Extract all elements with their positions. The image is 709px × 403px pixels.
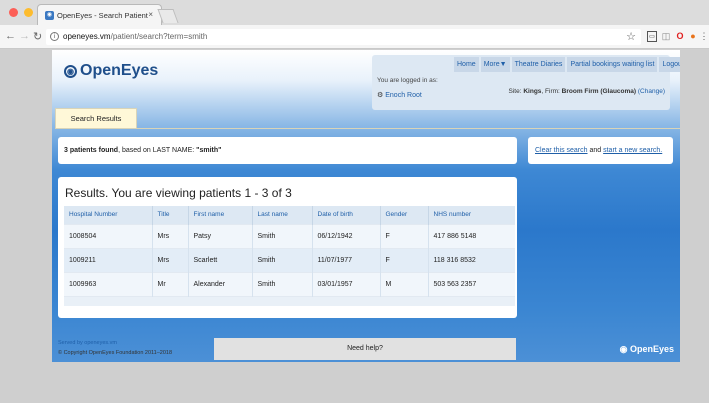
table-row[interactable]: 1009963 Mr Alexander Smith 03/01/1957 M … bbox=[64, 271, 515, 296]
table-header-row: Hospital Number Title First name Last na… bbox=[64, 206, 515, 224]
nav-home[interactable]: Home bbox=[454, 57, 479, 72]
tab-close-icon[interactable]: × bbox=[148, 10, 153, 19]
cell-last-name: Smith bbox=[252, 247, 313, 272]
reload-icon[interactable]: ↻ bbox=[33, 30, 42, 43]
openeyes-logo-icon: ◉ bbox=[64, 65, 77, 78]
gear-icon: ⚙ bbox=[377, 92, 384, 99]
column-first-name[interactable]: First name bbox=[188, 206, 253, 224]
footer-logo: ◉ OpenEyes bbox=[619, 344, 674, 354]
user-panel: Home More▼ Theatre Diaries Partial bookings… bbox=[372, 55, 680, 110]
search-summary-panel: 3 patients found, based on LAST NAME: "s… bbox=[58, 137, 517, 164]
nav-more[interactable]: More▼ bbox=[480, 57, 510, 72]
new-search-link[interactable]: start a new search. bbox=[603, 147, 662, 154]
result-count: 3 patients found bbox=[64, 147, 119, 154]
cell-gender: M bbox=[380, 271, 429, 296]
clear-search-link[interactable]: Clear this search bbox=[535, 147, 588, 154]
copyright-text: © Copyright OpenEyes Foundation 2011–201… bbox=[58, 350, 173, 356]
results-heading: Results. You are viewing patients 1 - 3 … bbox=[65, 186, 292, 200]
cell-first-name: Patsy bbox=[188, 223, 253, 248]
search-summary: 3 patients found, based on LAST NAME: "s… bbox=[64, 147, 222, 154]
bookmark-star-icon[interactable]: ☆ bbox=[626, 30, 636, 43]
change-firm-link[interactable]: (Change) bbox=[638, 88, 665, 95]
site-firm-info: Site: Kings, Firm: Broom Firm (Glaucoma)… bbox=[508, 88, 665, 95]
column-hospital-number[interactable]: Hospital Number bbox=[64, 206, 153, 224]
cell-first-name: Scarlett bbox=[188, 247, 253, 272]
cell-last-name: Smith bbox=[252, 223, 313, 248]
table-row[interactable]: 1009211 Mrs Scarlett Smith 11/07/1977 F … bbox=[64, 247, 515, 272]
cell-gender: F bbox=[380, 247, 429, 272]
firm-name: Broom Firm (Glaucoma) bbox=[561, 88, 637, 95]
need-help-button[interactable]: Need help? bbox=[214, 338, 516, 360]
top-nav: Home More▼ Theatre Diaries Partial bookings… bbox=[452, 57, 680, 72]
cell-nhs-number: 417 886 5148 bbox=[428, 223, 515, 248]
served-by-link[interactable]: Served by openeyes.vm bbox=[58, 340, 117, 346]
extension-icon[interactable]: ◫ bbox=[661, 31, 671, 42]
cell-first-name: Alexander bbox=[188, 271, 253, 296]
cell-title: Mrs bbox=[152, 223, 189, 248]
table-footer-row bbox=[64, 295, 515, 306]
opera-icon[interactable]: O bbox=[675, 31, 685, 42]
forward-arrow-icon[interactable]: → bbox=[19, 30, 30, 42]
tab-divider bbox=[55, 128, 680, 129]
cell-hospital-number: 1009211 bbox=[64, 247, 153, 272]
cell-nhs-number: 503 563 2357 bbox=[428, 271, 515, 296]
table-row[interactable]: 1008504 Mrs Patsy Smith 06/12/1942 F 417… bbox=[64, 223, 515, 248]
openeyes-footer-logo-icon: ◉ bbox=[619, 344, 628, 354]
cast-icon[interactable]: ▭ bbox=[647, 31, 657, 42]
address-bar[interactable]: i openeyes.vm/patient/search?term=smith … bbox=[46, 29, 641, 45]
browser-tab-bar: ◉ OpenEyes - Search Patient × bbox=[0, 0, 709, 25]
minimize-window-icon[interactable] bbox=[24, 8, 33, 17]
site-name: Kings bbox=[523, 88, 542, 95]
openeyes-logo[interactable]: ◉ OpenEyes bbox=[64, 62, 158, 80]
results-table: Hospital Number Title First name Last na… bbox=[64, 206, 515, 306]
cell-hospital-number: 1009963 bbox=[64, 271, 153, 296]
tab-search-results[interactable]: Search Results bbox=[55, 108, 137, 128]
browser-tab[interactable]: ◉ OpenEyes - Search Patient × bbox=[37, 4, 162, 25]
cell-date-of-birth: 03/01/1957 bbox=[312, 271, 381, 296]
nav-partial-bookings[interactable]: Partial bookings waiting list bbox=[567, 57, 658, 72]
menu-icon[interactable]: ⋮ bbox=[699, 31, 709, 42]
results-panel: Results. You are viewing patients 1 - 3 … bbox=[58, 177, 517, 318]
info-icon[interactable]: i bbox=[50, 32, 59, 41]
page: ◉ OpenEyes Home More▼ Theatre Diaries Partia… bbox=[52, 50, 680, 362]
cell-date-of-birth: 11/07/1977 bbox=[312, 247, 381, 272]
column-gender[interactable]: Gender bbox=[380, 206, 429, 224]
search-actions: Clear this search and start a new search… bbox=[535, 147, 663, 154]
firefox-icon[interactable]: ● bbox=[688, 31, 698, 42]
cell-nhs-number: 118 316 8532 bbox=[428, 247, 515, 272]
cell-title: Mrs bbox=[152, 247, 189, 272]
openeyes-favicon-icon: ◉ bbox=[45, 11, 54, 20]
logged-in-label: You are logged in as: bbox=[377, 77, 438, 84]
column-nhs-number[interactable]: NHS number bbox=[428, 206, 515, 224]
cell-last-name: Smith bbox=[252, 271, 313, 296]
cell-gender: F bbox=[380, 223, 429, 248]
nav-theatre-diaries[interactable]: Theatre Diaries bbox=[511, 57, 566, 72]
nav-logout[interactable]: Logout bbox=[659, 57, 680, 72]
cell-title: Mr bbox=[152, 271, 189, 296]
cell-hospital-number: 1008504 bbox=[64, 223, 153, 248]
cell-date-of-birth: 06/12/1942 bbox=[312, 223, 381, 248]
url-text[interactable]: openeyes.vm/patient/search?term=smith bbox=[63, 32, 207, 41]
username-link[interactable]: ⚙ Enoch Root bbox=[377, 91, 422, 99]
close-window-icon[interactable] bbox=[9, 8, 18, 17]
browser-toolbar: ← → ↻ i openeyes.vm/patient/search?term=… bbox=[0, 25, 709, 49]
back-arrow-icon[interactable]: ← bbox=[5, 30, 16, 42]
column-date-of-birth[interactable]: Date of birth bbox=[312, 206, 381, 224]
column-title[interactable]: Title bbox=[152, 206, 189, 224]
column-last-name[interactable]: Last name bbox=[252, 206, 313, 224]
tab-title: OpenEyes - Search Patient bbox=[57, 11, 148, 20]
search-actions-panel: Clear this search and start a new search… bbox=[528, 137, 673, 164]
search-term: "smith" bbox=[196, 147, 222, 154]
